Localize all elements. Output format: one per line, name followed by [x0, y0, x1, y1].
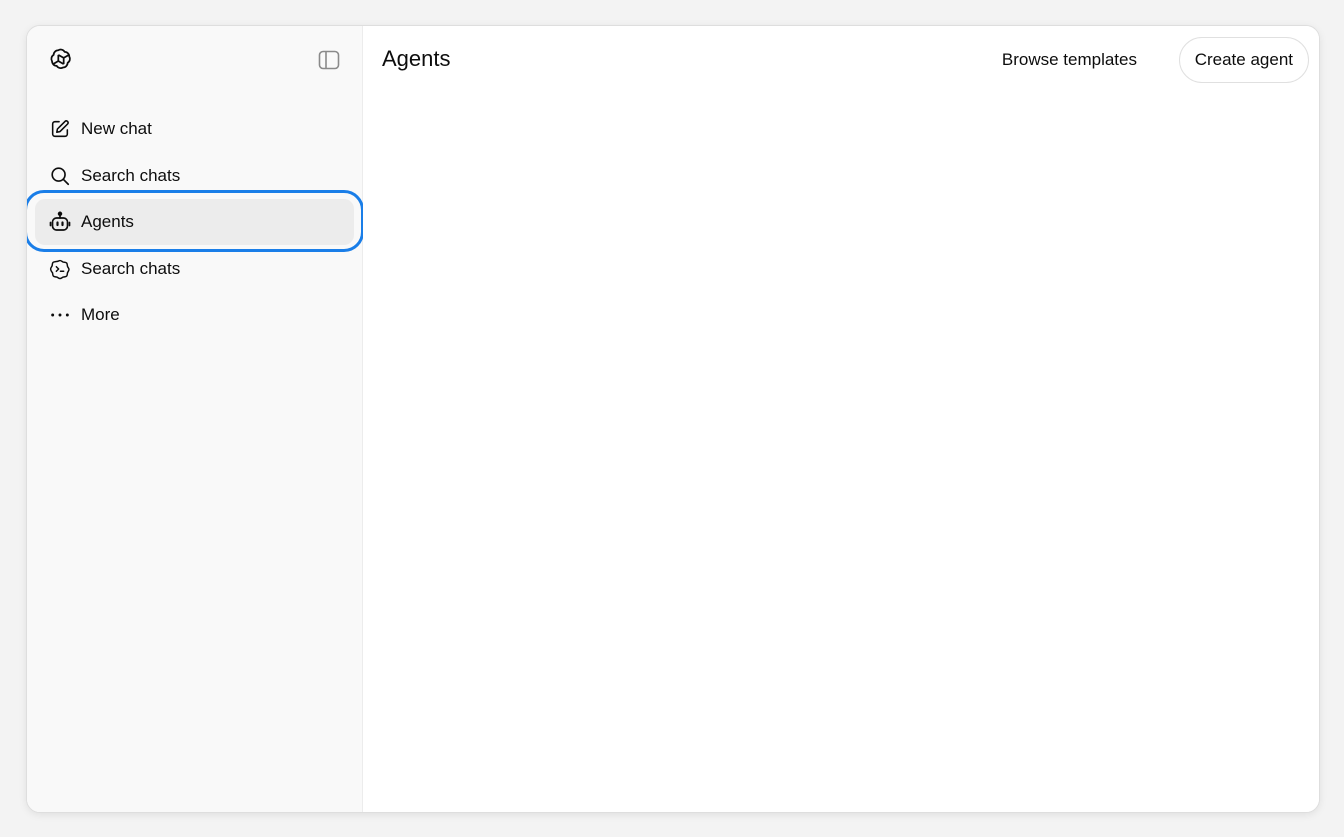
sidebar-toggle-icon[interactable]	[317, 48, 341, 72]
sidebar-item-agents[interactable]: Agents	[27, 190, 364, 252]
sidebar: New chat Search chats Agents Search chat…	[27, 26, 364, 812]
sidebar-item-label: New chat	[81, 119, 152, 138]
app-window: New chat Search chats Agents Search chat…	[26, 25, 1320, 813]
sidebar-item-new-chat[interactable]: New chat	[35, 106, 354, 152]
search-icon	[48, 164, 72, 188]
sidebar-item-label: More	[81, 305, 120, 324]
main-content: Agents Browse templates Create agent	[363, 26, 1319, 812]
sidebar-nav: New chat Search chats Agents Search chat…	[27, 106, 364, 338]
openai-logo-icon[interactable]	[47, 46, 75, 74]
sidebar-item-search-chats[interactable]: Search chats	[35, 153, 354, 199]
chat-bubble-icon	[48, 257, 72, 281]
selection-highlight	[27, 190, 364, 252]
sidebar-header	[27, 26, 362, 96]
robot-icon	[48, 210, 72, 234]
sidebar-item-label: Search chats	[81, 258, 181, 278]
create-agent-button[interactable]: Create agent	[1178, 37, 1309, 83]
sidebar-item-more[interactable]: More	[35, 292, 354, 338]
main-header: Agents Browse templates Create agent	[363, 26, 1319, 96]
browse-templates-button[interactable]: Browse templates	[994, 48, 1145, 72]
page-title: Agents	[382, 46, 451, 71]
sidebar-item-label: Agents	[81, 212, 134, 231]
edit-icon	[48, 117, 72, 141]
sidebar-item-search-chats-2[interactable]: Search chats	[35, 246, 354, 292]
sidebar-item-label: Search chats	[81, 165, 181, 185]
more-icon	[48, 303, 72, 327]
